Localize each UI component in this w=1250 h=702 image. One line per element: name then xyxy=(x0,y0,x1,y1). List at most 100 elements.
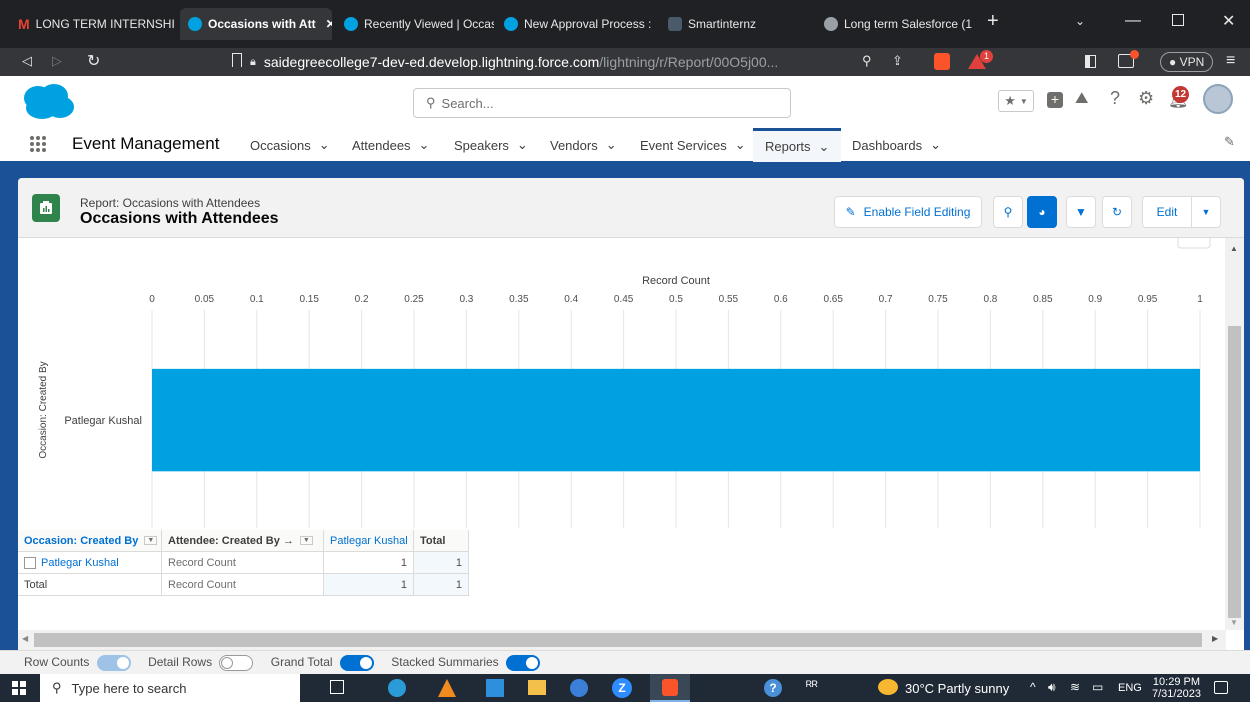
setup-gear-icon[interactable]: ⚙︎ xyxy=(1138,88,1154,109)
chart-bar[interactable] xyxy=(152,368,1200,472)
browser-tab-gmail[interactable]: M LONG TERM INTERNSHI xyxy=(10,8,178,40)
maximize-icon[interactable] xyxy=(1172,14,1184,26)
column-menu-icon[interactable]: ▼ xyxy=(144,536,158,545)
chart-tick-label: 0.85 xyxy=(1033,294,1053,305)
edit-button[interactable]: Edit xyxy=(1142,196,1192,228)
scrollbar-thumb[interactable] xyxy=(34,633,1202,647)
tab-search-chevron-icon[interactable]: ⌄ xyxy=(1075,14,1085,28)
chevron-down-icon[interactable]: ⌄ xyxy=(517,137,528,153)
nav-tab-event-services[interactable]: Event Services ⌄ xyxy=(640,128,746,162)
close-window-icon[interactable]: ✕ xyxy=(1222,11,1235,31)
share-icon[interactable]: ⇪ xyxy=(892,53,903,69)
more-actions-button[interactable]: ▼ xyxy=(1191,196,1221,228)
scroll-left-arrow-icon[interactable]: ◀ xyxy=(22,634,28,643)
forward-icon[interactable]: ▷ xyxy=(52,53,62,69)
header-occasion-created-by[interactable]: Occasion: Created By ▼ xyxy=(18,530,162,552)
help-app-icon[interactable]: ? xyxy=(764,679,782,697)
minimize-icon[interactable]: — xyxy=(1125,12,1141,30)
filter-button[interactable]: ▼ xyxy=(1066,196,1096,228)
vpn-button[interactable]: ● VPN xyxy=(1160,52,1214,72)
favorites-button[interactable]: ★ ▼ xyxy=(998,90,1034,112)
back-icon[interactable]: ◁ xyxy=(22,53,32,69)
store-icon[interactable] xyxy=(486,679,504,697)
brave-shield-icon[interactable] xyxy=(934,53,950,70)
menu-icon[interactable]: ≡ xyxy=(1226,52,1235,70)
global-search-input[interactable]: ⚲ Search... xyxy=(413,88,791,118)
nav-tab-speakers[interactable]: Speakers ⌄ xyxy=(454,128,528,162)
volume-icon[interactable]: 🔊︎ xyxy=(1048,680,1056,695)
trailhead-icon[interactable]: ⛰︎ xyxy=(1075,90,1088,108)
global-actions-plus-icon[interactable]: + xyxy=(1047,92,1063,108)
chevron-down-icon[interactable]: ⌄ xyxy=(819,139,830,155)
scrollbar-thumb[interactable] xyxy=(1228,326,1241,618)
stacked-summaries-toggle[interactable] xyxy=(506,655,541,671)
chevron-down-icon[interactable]: ⌄ xyxy=(419,137,430,153)
windows-start-icon[interactable] xyxy=(12,681,26,695)
enable-field-editing-button[interactable]: ✎ Enable Field Editing xyxy=(834,196,982,228)
brave-badge: 1 xyxy=(980,50,993,63)
reload-icon[interactable]: ↻ xyxy=(87,51,100,71)
brave-taskbar-button[interactable] xyxy=(650,674,690,702)
weather-text[interactable]: 30°C Partly sunny xyxy=(905,681,1009,696)
app-launcher-icon[interactable] xyxy=(30,136,46,152)
vertical-scrollbar[interactable]: ▲ ▼ xyxy=(1225,238,1244,630)
browser-tab-smartinternz[interactable]: Smartinternz xyxy=(660,8,810,40)
scroll-up-arrow-icon[interactable]: ▲ xyxy=(1230,244,1238,253)
battery-icon[interactable]: ▭ xyxy=(1092,680,1103,694)
nav-tab-vendors[interactable]: Vendors ⌄ xyxy=(550,128,617,162)
chart-settings-button[interactable] xyxy=(1177,233,1211,249)
notification-center-icon[interactable] xyxy=(1214,681,1228,694)
nav-tab-occasions[interactable]: Occasions ⌄ xyxy=(250,128,330,162)
sidebar-icon[interactable] xyxy=(1085,55,1096,68)
language-indicator[interactable]: ENG xyxy=(1118,682,1142,694)
taskbar-search-box[interactable]: ⚲ Type here to search xyxy=(40,674,300,702)
bookmark-icon[interactable] xyxy=(232,53,242,67)
chevron-down-icon[interactable]: ⌄ xyxy=(930,137,941,153)
nav-tab-attendees[interactable]: Attendees ⌄ xyxy=(352,128,429,162)
chart-tick-label: 0.75 xyxy=(928,294,948,305)
pencil-icon: ✎ xyxy=(845,205,856,219)
chart-tick-label: 0.65 xyxy=(823,294,843,305)
zoom-icon[interactable]: ⚲ xyxy=(862,53,872,69)
help-icon[interactable]: ? xyxy=(1110,88,1120,109)
people-icon[interactable]: ᴿᴿ xyxy=(806,678,818,693)
scroll-right-arrow-icon[interactable]: ▶ xyxy=(1212,634,1218,643)
browser-tab-approval[interactable]: New Approval Process : xyxy=(496,8,656,40)
browser-tab-report[interactable]: Occasions with Att ✕ xyxy=(180,8,332,40)
edit-nav-pencil-icon[interactable]: ✎ xyxy=(1224,134,1235,150)
vlc-icon[interactable] xyxy=(438,679,456,697)
browser-tab-long-term[interactable]: Long term Salesforce (1 xyxy=(816,8,976,40)
chevron-down-icon[interactable]: ⌄ xyxy=(735,137,746,153)
close-tab-icon[interactable]: ✕ xyxy=(326,17,332,31)
browser-tab-recently-viewed[interactable]: Recently Viewed | Occas xyxy=(336,8,494,40)
search-report-button[interactable]: ⚲ xyxy=(993,196,1023,228)
column-menu-icon[interactable]: ▼ xyxy=(299,536,313,545)
nav-tab-reports[interactable]: Reports ⌄ xyxy=(753,128,842,162)
scroll-down-arrow-icon[interactable]: ▼ xyxy=(1230,618,1238,627)
file-explorer-icon[interactable] xyxy=(528,680,546,695)
refresh-button[interactable]: ↻ xyxy=(1102,196,1132,228)
tray-chevron-icon[interactable]: ^ xyxy=(1030,680,1036,694)
header-patlegar-kushal[interactable]: Patlegar Kushal xyxy=(324,530,414,552)
chevron-down-icon[interactable]: ⌄ xyxy=(319,137,330,153)
horizontal-scrollbar[interactable]: ◀ ▶ xyxy=(18,630,1226,650)
row-counts-toggle[interactable] xyxy=(96,655,131,671)
edge-icon[interactable] xyxy=(388,679,406,697)
new-tab-plus-icon[interactable]: + xyxy=(987,10,999,33)
chart-toggle-button[interactable]: ◕ xyxy=(1027,196,1057,228)
zoom-app-icon[interactable]: Z xyxy=(612,678,632,698)
row-checkbox[interactable] xyxy=(24,556,36,569)
nav-tab-dashboards[interactable]: Dashboards ⌄ xyxy=(852,128,941,162)
header-attendee-created-by[interactable]: Attendee: Created By → ▼ xyxy=(162,530,324,552)
app-icon[interactable] xyxy=(570,679,588,697)
clock[interactable]: 10:29 PM 7/31/2023 xyxy=(1152,676,1201,700)
table-row-label[interactable]: Patlegar Kushal xyxy=(18,552,162,574)
detail-rows-toggle[interactable] xyxy=(219,655,254,671)
grand-total-total: 1 xyxy=(414,574,469,596)
salesforce-cloud-icon xyxy=(344,17,358,31)
grand-total-toggle[interactable] xyxy=(339,655,374,671)
avatar[interactable] xyxy=(1203,84,1233,114)
network-icon[interactable]: ≋ xyxy=(1070,680,1080,694)
task-view-icon[interactable] xyxy=(330,680,344,694)
chevron-down-icon[interactable]: ⌄ xyxy=(606,137,617,153)
